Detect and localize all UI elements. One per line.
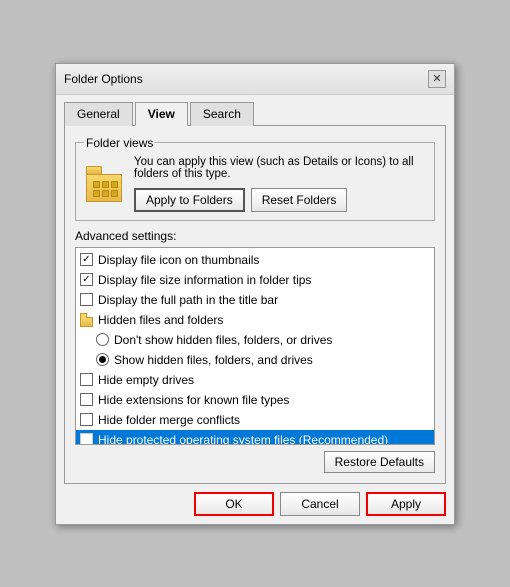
settings-list-container[interactable]: Display file icon on thumbnails Display …	[75, 247, 435, 445]
setting-hide-empty-drives[interactable]: Hide empty drives	[76, 370, 434, 390]
folder-icon	[84, 166, 124, 202]
folder-options-dialog: Folder Options ✕ General View Search Fol…	[55, 63, 455, 525]
radio-filled-indicator	[99, 356, 106, 363]
tab-general[interactable]: General	[64, 102, 133, 126]
setting-label: Hidden files and folders	[98, 313, 223, 327]
checkbox-hide-extensions[interactable]	[80, 393, 93, 406]
folder-views-legend: Folder views	[84, 136, 155, 150]
grid-cell	[93, 181, 100, 188]
advanced-settings-label: Advanced settings:	[75, 229, 435, 243]
checkbox-display-full-path[interactable]	[80, 293, 93, 306]
checkbox-hide-folder-merge[interactable]	[80, 413, 93, 426]
bottom-right-buttons: OK Cancel Apply	[194, 492, 446, 516]
cancel-button[interactable]: Cancel	[280, 492, 360, 516]
radio-show-hidden[interactable]	[96, 353, 109, 366]
setting-label: Don't show hidden files, folders, or dri…	[114, 333, 332, 347]
close-button[interactable]: ✕	[428, 70, 446, 88]
folder-views-group: Folder views	[75, 136, 435, 221]
setting-hidden-files-folder: Hidden files and folders	[76, 310, 434, 330]
ok-button[interactable]: OK	[194, 492, 274, 516]
restore-defaults-row: Restore Defaults	[75, 451, 435, 473]
setting-display-file-size[interactable]: Display file size information in folder …	[76, 270, 434, 290]
tab-view-content: Folder views	[64, 125, 446, 484]
folder-views-buttons: Apply to Folders Reset Folders	[134, 188, 426, 212]
restore-defaults-button[interactable]: Restore Defaults	[324, 451, 435, 473]
setting-display-file-icon[interactable]: Display file icon on thumbnails	[76, 250, 434, 270]
grid-cell	[111, 181, 118, 188]
setting-display-full-path[interactable]: Display the full path in the title bar	[76, 290, 434, 310]
setting-label: Display the full path in the title bar	[98, 293, 278, 307]
radio-dont-show-hidden[interactable]	[96, 333, 109, 346]
folder-views-description: You can apply this view (such as Details…	[134, 156, 426, 180]
settings-list: Display file icon on thumbnails Display …	[76, 248, 434, 445]
folder-tab	[86, 166, 102, 174]
checkbox-hide-empty-drives[interactable]	[80, 373, 93, 386]
folder-views-content: You can apply this view (such as Details…	[84, 156, 426, 212]
title-bar: Folder Options ✕	[56, 64, 454, 95]
setting-label: Hide extensions for known file types	[98, 393, 289, 407]
setting-hide-protected-os[interactable]: Hide protected operating system files (R…	[76, 430, 434, 445]
checkbox-display-file-icon[interactable]	[80, 253, 93, 266]
grid-cell	[111, 190, 118, 197]
folder-views-text-block: You can apply this view (such as Details…	[134, 156, 426, 212]
setting-show-hidden[interactable]: Show hidden files, folders, and drives	[76, 350, 434, 370]
apply-to-folders-button[interactable]: Apply to Folders	[134, 188, 245, 212]
setting-label: Hide protected operating system files (R…	[98, 433, 388, 445]
grid-cell	[102, 190, 109, 197]
grid-cell	[102, 181, 109, 188]
bottom-buttons-bar: OK Cancel Apply	[56, 484, 454, 524]
setting-hide-extensions[interactable]: Hide extensions for known file types	[76, 390, 434, 410]
checkbox-display-file-size[interactable]	[80, 273, 93, 286]
folder-body	[86, 174, 122, 202]
folder-grid	[93, 181, 118, 197]
reset-folders-button[interactable]: Reset Folders	[251, 188, 348, 212]
setting-label: Show hidden files, folders, and drives	[114, 353, 313, 367]
checkbox-hide-protected-os[interactable]	[80, 433, 93, 445]
setting-label: Display file size information in folder …	[98, 273, 311, 287]
tab-view[interactable]: View	[135, 102, 188, 126]
setting-hide-folder-merge[interactable]: Hide folder merge conflicts	[76, 410, 434, 430]
tab-search[interactable]: Search	[190, 102, 254, 126]
setting-label: Hide empty drives	[98, 373, 194, 387]
setting-label: Hide folder merge conflicts	[98, 413, 240, 427]
grid-cell	[93, 190, 100, 197]
tabs-bar: General View Search	[56, 95, 454, 125]
setting-dont-show-hidden[interactable]: Don't show hidden files, folders, or dri…	[76, 330, 434, 350]
setting-label: Display file icon on thumbnails	[98, 253, 259, 267]
apply-button[interactable]: Apply	[366, 492, 446, 516]
dialog-title: Folder Options	[64, 72, 143, 86]
